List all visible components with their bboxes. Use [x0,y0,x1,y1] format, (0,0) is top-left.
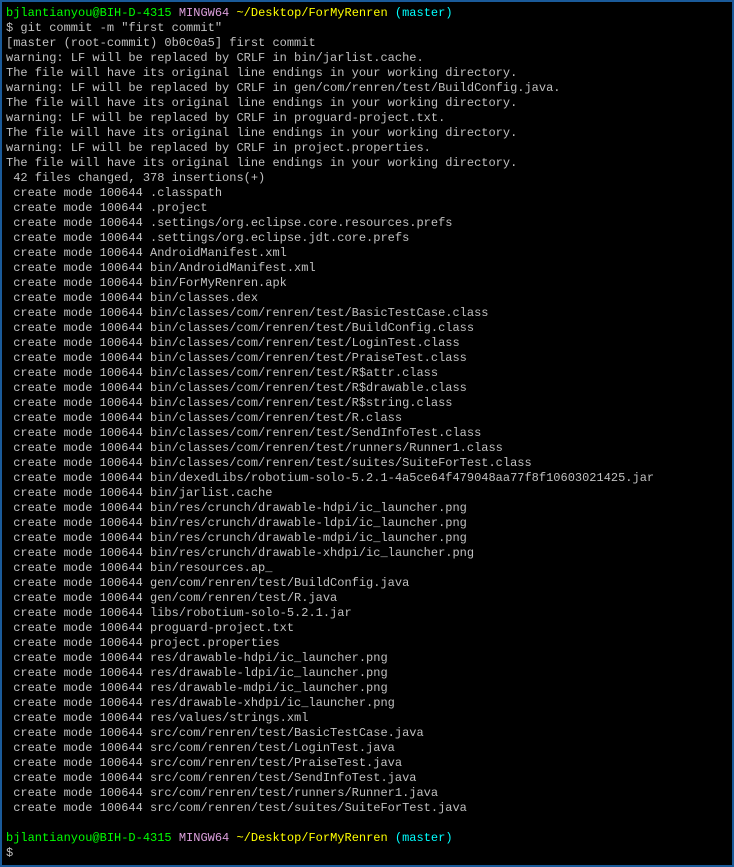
output-line: create mode 100644 src/com/renren/test/P… [6,756,728,771]
output-line: [master (root-commit) 0b0c0a5] first com… [6,36,728,51]
output-line: create mode 100644 bin/res/crunch/drawab… [6,546,728,561]
output-line: create mode 100644 bin/jarlist.cache [6,486,728,501]
output-line: warning: LF will be replaced by CRLF in … [6,111,728,126]
output-line: create mode 100644 bin/res/crunch/drawab… [6,501,728,516]
blank-line [6,816,728,831]
output-line: create mode 100644 src/com/renren/test/B… [6,726,728,741]
output-line: create mode 100644 libs/robotium-solo-5.… [6,606,728,621]
prompt-line-1: bjlantianyou@BIH-D-4315 MINGW64 ~/Deskto… [6,6,728,21]
output-line: warning: LF will be replaced by CRLF in … [6,141,728,156]
prompt-path: ~/Desktop/ForMyRenren [236,6,387,20]
command-line: $ git commit -m "first commit" [6,21,728,36]
output-line: create mode 100644 bin/classes.dex [6,291,728,306]
output-line: create mode 100644 bin/classes/com/renre… [6,351,728,366]
output-line: create mode 100644 bin/classes/com/renre… [6,381,728,396]
output-line: create mode 100644 .settings/org.eclipse… [6,231,728,246]
output-line: 42 files changed, 378 insertions(+) [6,171,728,186]
output-line: create mode 100644 gen/com/renren/test/R… [6,591,728,606]
output-line: The file will have its original line end… [6,126,728,141]
command-prompt-empty[interactable]: $ [6,846,728,861]
output-line: create mode 100644 bin/classes/com/renre… [6,396,728,411]
output-line: create mode 100644 project.properties [6,636,728,651]
prompt-branch: (master) [395,831,453,845]
output-line: create mode 100644 res/values/strings.xm… [6,711,728,726]
output-line: create mode 100644 bin/classes/com/renre… [6,321,728,336]
output-line: create mode 100644 src/com/renren/test/L… [6,741,728,756]
output-line: create mode 100644 bin/res/crunch/drawab… [6,531,728,546]
output-line: warning: LF will be replaced by CRLF in … [6,51,728,66]
output-line: create mode 100644 res/drawable-mdpi/ic_… [6,681,728,696]
output-line: create mode 100644 bin/AndroidManifest.x… [6,261,728,276]
output-line: The file will have its original line end… [6,156,728,171]
output-line: create mode 100644 .classpath [6,186,728,201]
output-line: create mode 100644 res/drawable-hdpi/ic_… [6,651,728,666]
output-line: create mode 100644 bin/classes/com/renre… [6,456,728,471]
output-line: create mode 100644 bin/classes/com/renre… [6,336,728,351]
prompt-user: bjlantianyou@BIH-D-4315 [6,6,172,20]
output-line: create mode 100644 res/drawable-xhdpi/ic… [6,696,728,711]
output-line: create mode 100644 bin/ForMyRenren.apk [6,276,728,291]
output-line: create mode 100644 bin/resources.ap_ [6,561,728,576]
output-line: create mode 100644 bin/classes/com/renre… [6,441,728,456]
output-line: create mode 100644 bin/classes/com/renre… [6,426,728,441]
prompt-line-2: bjlantianyou@BIH-D-4315 MINGW64 ~/Deskto… [6,831,728,846]
output-line: warning: LF will be replaced by CRLF in … [6,81,728,96]
output-line: create mode 100644 bin/classes/com/renre… [6,306,728,321]
prompt-user: bjlantianyou@BIH-D-4315 [6,831,172,845]
output-line: create mode 100644 AndroidManifest.xml [6,246,728,261]
output-line: The file will have its original line end… [6,96,728,111]
output-line: create mode 100644 bin/classes/com/renre… [6,411,728,426]
output-line: create mode 100644 proguard-project.txt [6,621,728,636]
output-line: create mode 100644 bin/dexedLibs/robotiu… [6,471,728,486]
prompt-path: ~/Desktop/ForMyRenren [236,831,387,845]
output-line: The file will have its original line end… [6,66,728,81]
output-line: create mode 100644 res/drawable-ldpi/ic_… [6,666,728,681]
terminal-window[interactable]: bjlantianyou@BIH-D-4315 MINGW64 ~/Deskto… [6,6,728,861]
output-block: [master (root-commit) 0b0c0a5] first com… [6,36,728,816]
output-line: create mode 100644 .project [6,201,728,216]
prompt-host: MINGW64 [179,6,229,20]
output-line: create mode 100644 src/com/renren/test/S… [6,771,728,786]
output-line: create mode 100644 gen/com/renren/test/B… [6,576,728,591]
prompt-branch: (master) [395,6,453,20]
output-line: create mode 100644 src/com/renren/test/r… [6,786,728,801]
output-line: create mode 100644 bin/res/crunch/drawab… [6,516,728,531]
output-line: create mode 100644 .settings/org.eclipse… [6,216,728,231]
output-line: create mode 100644 bin/classes/com/renre… [6,366,728,381]
output-line: create mode 100644 src/com/renren/test/s… [6,801,728,816]
prompt-host: MINGW64 [179,831,229,845]
